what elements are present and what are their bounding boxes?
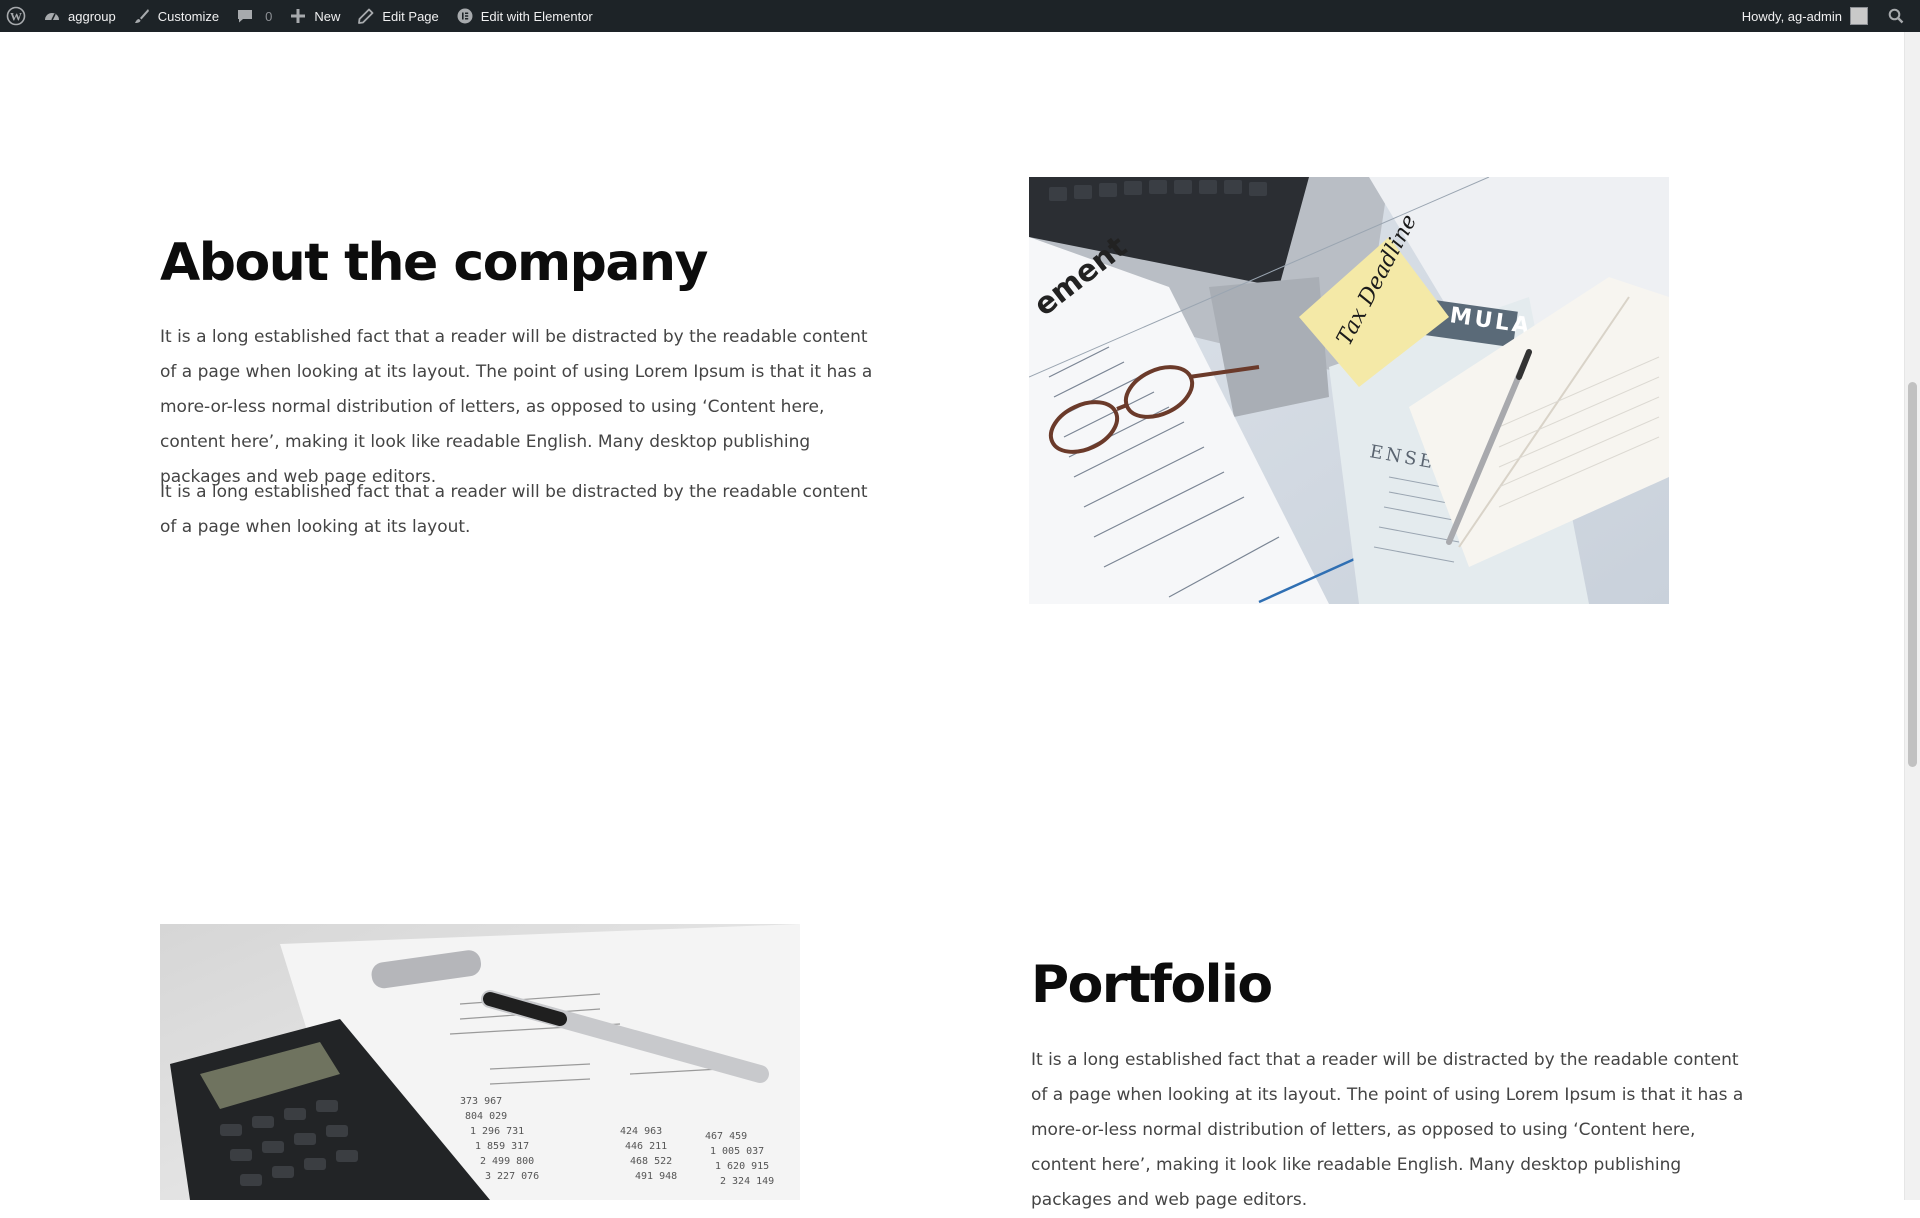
svg-text:3 227 076: 3 227 076 (485, 1171, 539, 1182)
portfolio-paragraph-1: It is a long established fact that a rea… (1031, 1050, 1744, 1210)
portfolio-heading: Portfolio (1031, 955, 1273, 1015)
edit-page-link[interactable]: Edit Page (348, 0, 446, 32)
svg-text:804 029: 804 029 (465, 1111, 507, 1122)
svg-text:1 005 037: 1 005 037 (710, 1146, 764, 1157)
comments-count: 0 (265, 8, 273, 24)
plus-icon (288, 6, 308, 26)
avatar (1850, 7, 1868, 25)
about-heading: About the company (160, 233, 708, 293)
svg-text:467 459: 467 459 (705, 1131, 747, 1142)
search-icon (1886, 6, 1906, 26)
elementor-icon (455, 6, 475, 26)
about-paragraph-2: It is a long established fact that a rea… (160, 482, 868, 537)
new-content-link[interactable]: New (280, 0, 348, 32)
admin-bar: W aggroup Customize 0 New Edit Page Edit… (0, 0, 1920, 32)
svg-text:491 948: 491 948 (635, 1171, 677, 1182)
wordpress-icon: W (6, 6, 26, 26)
svg-text:1 859 317: 1 859 317 (475, 1141, 529, 1152)
search-button[interactable] (1876, 0, 1920, 32)
scrollbar-thumb[interactable] (1908, 382, 1917, 767)
wordpress-logo-button[interactable]: W (0, 0, 34, 32)
edit-with-elementor-link[interactable]: Edit with Elementor (447, 0, 601, 32)
svg-text:2 324 149: 2 324 149 (720, 1176, 774, 1187)
svg-text:2 499 800: 2 499 800 (480, 1156, 534, 1167)
svg-text:446 211: 446 211 (625, 1141, 667, 1152)
page-scrollbar[interactable] (1904, 32, 1920, 1200)
my-account-menu[interactable]: Howdy, ag-admin (1734, 0, 1876, 32)
dashboard-icon (42, 6, 62, 26)
comment-icon (235, 6, 255, 26)
svg-text:373 967: 373 967 (460, 1096, 502, 1107)
svg-text:1 296 731: 1 296 731 (470, 1126, 524, 1137)
comments-link[interactable]: 0 (227, 0, 280, 32)
site-name-link[interactable]: aggroup (34, 0, 124, 32)
about-paragraph-1: It is a long established fact that a rea… (160, 327, 873, 487)
portfolio-image: 373 967 804 029 1 296 731 1 859 317 2 499 … (160, 924, 800, 1200)
svg-text:468 522: 468 522 (630, 1156, 672, 1167)
svg-text:424 963: 424 963 (620, 1126, 662, 1137)
pencil-icon (356, 6, 376, 26)
about-image: ement MULA ENSES Tax Deadline (1029, 177, 1669, 604)
customize-link[interactable]: Customize (124, 0, 227, 32)
svg-text:1 620 915: 1 620 915 (715, 1161, 769, 1172)
svg-text:W: W (10, 10, 22, 24)
brush-icon (132, 6, 152, 26)
